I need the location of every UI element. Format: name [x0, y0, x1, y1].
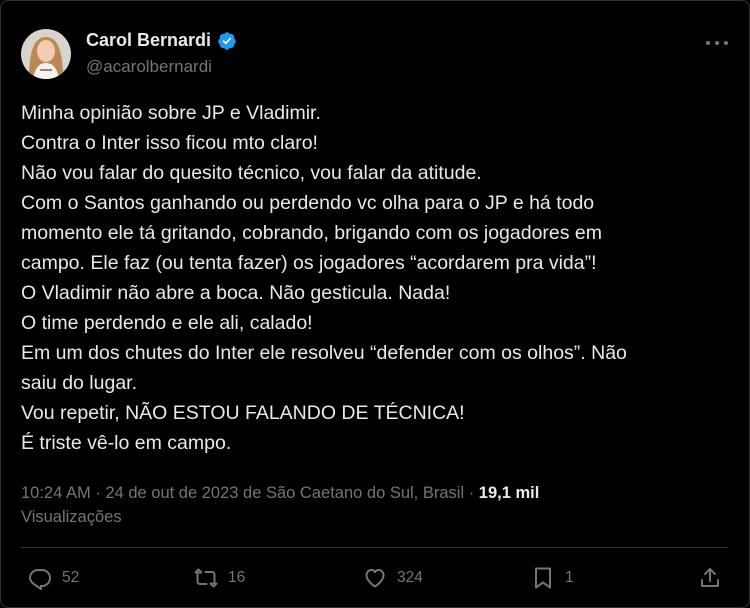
bookmark-button[interactable]: 1: [531, 566, 574, 590]
tweet-line: Contra o Inter isso ficou mto claro!: [21, 132, 318, 154]
author-name-row[interactable]: Carol Bernardi: [86, 30, 237, 51]
tweet-line: O time perdendo e ele ali, calado!: [21, 312, 313, 334]
tweet-line: Em um dos chutes do Inter ele resolveu “…: [21, 342, 627, 364]
tweet-line: saiu do lugar.: [21, 372, 138, 394]
tweet-line: O Vladimir não abre a boca. Não gesticul…: [21, 282, 451, 304]
retweet-button[interactable]: 16: [194, 566, 245, 590]
meta-separator: ·: [95, 484, 106, 502]
tweet-line: Minha opinião sobre JP e Vladimir.: [21, 102, 321, 124]
heart-icon: [365, 569, 385, 588]
meta-separator: ·: [468, 484, 479, 502]
share-button[interactable]: [698, 566, 722, 590]
tweet-location: de São Caetano do Sul, Brasil: [243, 484, 465, 502]
reply-button[interactable]: 52: [28, 566, 79, 590]
tweet-time[interactable]: 10:24 AM: [21, 484, 91, 502]
divider: [21, 547, 728, 548]
more-options-icon[interactable]: [706, 34, 728, 52]
tweet-line: Não vou falar do quesito técnico, vou fa…: [21, 162, 482, 184]
tweet-line: É triste vê-lo em campo.: [21, 432, 232, 454]
verified-badge-icon: [218, 31, 236, 50]
views-count: 19,1 mil: [478, 484, 540, 502]
reply-icon: [28, 569, 52, 590]
reply-count: 52: [62, 569, 80, 586]
tweet-line: Vou repetir, NÃO ESTOU FALANDO DE TÉCNIC…: [21, 402, 465, 424]
tweet-date[interactable]: 24 de out de 2023: [105, 484, 238, 502]
retweet-icon: [194, 568, 218, 588]
like-count: 324: [397, 569, 423, 586]
tweet-line: momento ele tá gritando, cobrando, briga…: [21, 222, 603, 244]
share-icon: [701, 568, 719, 587]
bookmark-icon: [535, 567, 551, 589]
like-button[interactable]: 324: [363, 566, 423, 590]
avatar[interactable]: [21, 29, 71, 79]
tweet-line: campo. Ele faz (ou tenta fazer) os jogad…: [21, 252, 597, 274]
author-handle[interactable]: @acarolbernardi: [86, 57, 212, 77]
tweet-meta: 10:24 AM · 24 de out de 2023 de São Caet…: [21, 481, 661, 529]
author-name[interactable]: Carol Bernardi: [86, 30, 211, 51]
retweet-count: 16: [228, 569, 246, 586]
tweet-line: Com o Santos ganhando ou perdendo vc olh…: [21, 192, 595, 214]
views-label: Visualizações: [21, 508, 122, 526]
tweet-text: Minha opinião sobre JP e Vladimir. Contr…: [21, 98, 721, 458]
bookmark-count: 1: [565, 569, 574, 586]
